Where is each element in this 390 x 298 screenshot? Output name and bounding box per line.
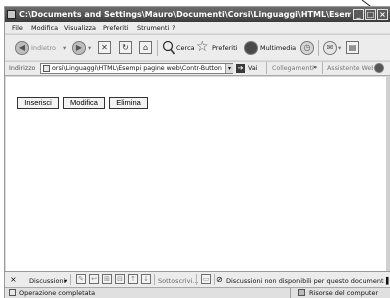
address-separator [322, 62, 323, 74]
history-icon[interactable]: ◷ [300, 41, 314, 55]
computer-icon [298, 289, 305, 296]
mail-dropdown-icon[interactable]: ▾ [338, 43, 341, 53]
elimina-button[interactable]: Elimina [109, 97, 148, 109]
menu-file[interactable]: File [12, 23, 23, 33]
discussion-separator [70, 274, 71, 285]
toolbar-separator [157, 40, 158, 56]
inserisci-button[interactable]: Inserisci [17, 97, 59, 109]
address-dropdown-icon[interactable]: ▾ [225, 64, 233, 73]
back-arrow-icon[interactable]: ◀ [15, 41, 29, 55]
mail-icon[interactable]: ✉ [323, 41, 337, 55]
new-discussion-icon[interactable]: ✎ [76, 274, 86, 284]
menu-bar [5, 22, 390, 33]
zone-text: Risorse del computer [309, 289, 379, 297]
go-arrow-icon[interactable]: ➔ [236, 64, 245, 73]
page-done-icon [9, 289, 16, 296]
menu-preferiti[interactable]: Preferiti [103, 23, 128, 33]
refresh-icon[interactable]: ↻ [119, 41, 132, 54]
collapse-all-icon[interactable]: ⊟ [115, 274, 125, 284]
discussions-dropdown-icon[interactable]: ▾ [64, 276, 67, 286]
discussions-menu-button[interactable]: Discussioni [29, 276, 65, 286]
back-dropdown-icon[interactable]: ▾ [63, 43, 66, 53]
menu-visualizza[interactable]: Visualizza [64, 23, 96, 33]
discussions-status-message: Discussioni non disponibili per questo d… [226, 277, 384, 285]
discussion-separator [196, 274, 197, 285]
discussion-separator [214, 274, 215, 285]
menu-strumenti[interactable]: Strumenti [137, 23, 169, 33]
menu-modifica[interactable]: Modifica [31, 23, 58, 33]
home-icon[interactable]: ⌂ [139, 41, 152, 54]
next-discussion-icon[interactable]: ↓ [141, 274, 151, 284]
web-assistant-icon[interactable] [374, 63, 384, 73]
discussion-bar-gripper-icon: ▌ [386, 277, 390, 285]
chevron-right-icon[interactable]: » [313, 63, 317, 73]
web-assistant-label[interactable]: Assistente Web [327, 64, 373, 74]
toolbar-separator [318, 40, 319, 56]
favorites-button-label[interactable]: Preferiti [212, 43, 237, 53]
search-icon[interactable] [162, 40, 175, 55]
discussion-separator [154, 274, 155, 285]
search-button-label[interactable]: Cerca [176, 43, 195, 53]
vertical-scrollbar[interactable] [386, 77, 390, 271]
status-separator [290, 288, 291, 298]
favorites-star-icon[interactable]: ☆ [196, 39, 209, 55]
minimize-button[interactable]: _ [353, 9, 364, 20]
menu-help[interactable]: ? [172, 23, 175, 33]
address-separator [266, 62, 267, 74]
maximize-button[interactable]: □ [365, 9, 376, 20]
window-title: C:\Documents and Settings\Mauro\Document… [19, 10, 351, 19]
status-text: Operazione completata [19, 289, 96, 297]
modifica-button[interactable]: Modifica [63, 97, 105, 109]
expand-all-icon[interactable]: ⊞ [102, 274, 112, 284]
multimedia-button-label[interactable]: Multimedia [260, 43, 296, 53]
address-value[interactable]: orsi\Linguaggi\HTML\Esempi pagine web\Co… [52, 63, 222, 74]
address-label: Indirizzo [9, 65, 36, 72]
stop-icon[interactable]: ✕ [98, 41, 111, 54]
forward-dropdown-icon[interactable]: ▾ [88, 43, 91, 53]
multimedia-icon[interactable] [244, 41, 258, 55]
back-button-label[interactable]: Indietro [31, 43, 56, 53]
reply-icon[interactable]: ↩ [89, 274, 99, 284]
no-discussions-icon: ⊘ [216, 275, 223, 284]
go-button-label[interactable]: Vai [248, 64, 257, 74]
page-icon [43, 65, 50, 72]
links-label[interactable]: Collegamenti [272, 64, 314, 74]
print-icon[interactable]: ▤ [346, 41, 359, 54]
close-button[interactable]: × [377, 9, 388, 20]
discussion-pane-icon[interactable]: ▭ [201, 274, 211, 284]
forward-arrow-icon[interactable]: ▶ [72, 41, 86, 55]
previous-discussion-icon[interactable]: ↑ [128, 274, 138, 284]
ie-app-icon[interactable] [7, 10, 16, 19]
subscribe-button[interactable]: Sottoscrivi... [158, 276, 198, 286]
discussion-close-icon[interactable]: × [10, 275, 17, 285]
